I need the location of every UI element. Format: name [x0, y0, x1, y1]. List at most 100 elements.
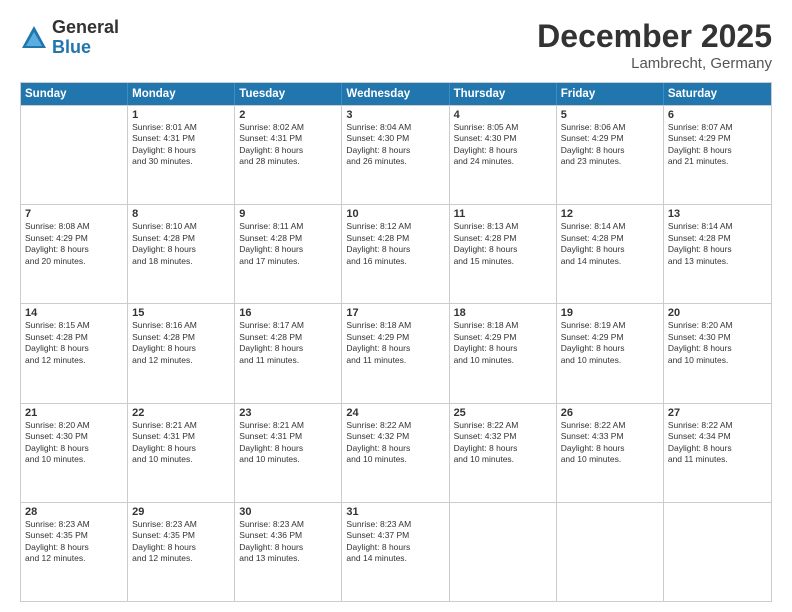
empty-cell [664, 503, 771, 601]
daylight2-line: and 10 minutes. [561, 355, 659, 366]
sunrise-line: Sunrise: 8:22 AM [561, 420, 659, 431]
daylight2-line: and 10 minutes. [454, 454, 552, 465]
daylight2-line: and 17 minutes. [239, 256, 337, 267]
sunrise-line: Sunrise: 8:06 AM [561, 122, 659, 133]
day-cell-31: 31Sunrise: 8:23 AMSunset: 4:37 PMDayligh… [342, 503, 449, 601]
day-cell-7: 7Sunrise: 8:08 AMSunset: 4:29 PMDaylight… [21, 205, 128, 303]
daylight-line: Daylight: 8 hours [668, 443, 767, 454]
daylight2-line: and 11 minutes. [668, 454, 767, 465]
empty-cell [557, 503, 664, 601]
day-number: 1 [132, 109, 230, 121]
header-day-tuesday: Tuesday [235, 83, 342, 105]
day-number: 28 [25, 506, 123, 518]
header-day-sunday: Sunday [21, 83, 128, 105]
sunset-line: Sunset: 4:37 PM [346, 530, 444, 541]
logo-blue: Blue [52, 38, 119, 58]
daylight-line: Daylight: 8 hours [346, 542, 444, 553]
calendar-body: 1Sunrise: 8:01 AMSunset: 4:31 PMDaylight… [21, 105, 771, 601]
sunrise-line: Sunrise: 8:23 AM [346, 519, 444, 530]
daylight-line: Daylight: 8 hours [239, 443, 337, 454]
sunset-line: Sunset: 4:34 PM [668, 431, 767, 442]
logo: General Blue [20, 18, 119, 58]
daylight2-line: and 10 minutes. [239, 454, 337, 465]
daylight-line: Daylight: 8 hours [132, 542, 230, 553]
sunset-line: Sunset: 4:35 PM [132, 530, 230, 541]
sunrise-line: Sunrise: 8:10 AM [132, 221, 230, 232]
sunrise-line: Sunrise: 8:07 AM [668, 122, 767, 133]
sunset-line: Sunset: 4:28 PM [668, 233, 767, 244]
day-number: 25 [454, 407, 552, 419]
day-number: 19 [561, 307, 659, 319]
daylight-line: Daylight: 8 hours [561, 244, 659, 255]
daylight2-line: and 10 minutes. [25, 454, 123, 465]
day-cell-25: 25Sunrise: 8:22 AMSunset: 4:32 PMDayligh… [450, 404, 557, 502]
daylight-line: Daylight: 8 hours [25, 343, 123, 354]
day-number: 22 [132, 407, 230, 419]
sunrise-line: Sunrise: 8:23 AM [132, 519, 230, 530]
day-number: 31 [346, 506, 444, 518]
header-day-wednesday: Wednesday [342, 83, 449, 105]
day-cell-1: 1Sunrise: 8:01 AMSunset: 4:31 PMDaylight… [128, 106, 235, 204]
day-cell-8: 8Sunrise: 8:10 AMSunset: 4:28 PMDaylight… [128, 205, 235, 303]
daylight-line: Daylight: 8 hours [239, 145, 337, 156]
day-number: 21 [25, 407, 123, 419]
day-number: 26 [561, 407, 659, 419]
sunrise-line: Sunrise: 8:18 AM [346, 320, 444, 331]
day-cell-26: 26Sunrise: 8:22 AMSunset: 4:33 PMDayligh… [557, 404, 664, 502]
day-number: 14 [25, 307, 123, 319]
day-number: 13 [668, 208, 767, 220]
daylight-line: Daylight: 8 hours [132, 443, 230, 454]
day-number: 27 [668, 407, 767, 419]
sunrise-line: Sunrise: 8:23 AM [25, 519, 123, 530]
sunset-line: Sunset: 4:28 PM [561, 233, 659, 244]
header: General Blue December 2025 Lambrecht, Ge… [20, 18, 772, 72]
day-cell-6: 6Sunrise: 8:07 AMSunset: 4:29 PMDaylight… [664, 106, 771, 204]
daylight2-line: and 21 minutes. [668, 156, 767, 167]
daylight2-line: and 12 minutes. [25, 355, 123, 366]
sunset-line: Sunset: 4:31 PM [132, 431, 230, 442]
day-number: 12 [561, 208, 659, 220]
sunrise-line: Sunrise: 8:19 AM [561, 320, 659, 331]
day-number: 9 [239, 208, 337, 220]
sunset-line: Sunset: 4:32 PM [454, 431, 552, 442]
sunrise-line: Sunrise: 8:22 AM [454, 420, 552, 431]
sunset-line: Sunset: 4:28 PM [454, 233, 552, 244]
logo-text: General Blue [52, 18, 119, 58]
sunrise-line: Sunrise: 8:15 AM [25, 320, 123, 331]
sunrise-line: Sunrise: 8:12 AM [346, 221, 444, 232]
sunrise-line: Sunrise: 8:18 AM [454, 320, 552, 331]
day-number: 30 [239, 506, 337, 518]
sunset-line: Sunset: 4:28 PM [239, 332, 337, 343]
day-number: 24 [346, 407, 444, 419]
logo-icon [20, 24, 48, 52]
sunrise-line: Sunrise: 8:13 AM [454, 221, 552, 232]
day-cell-20: 20Sunrise: 8:20 AMSunset: 4:30 PMDayligh… [664, 304, 771, 402]
day-cell-3: 3Sunrise: 8:04 AMSunset: 4:30 PMDaylight… [342, 106, 449, 204]
day-cell-19: 19Sunrise: 8:19 AMSunset: 4:29 PMDayligh… [557, 304, 664, 402]
sunrise-line: Sunrise: 8:05 AM [454, 122, 552, 133]
daylight-line: Daylight: 8 hours [668, 145, 767, 156]
daylight-line: Daylight: 8 hours [25, 244, 123, 255]
day-cell-13: 13Sunrise: 8:14 AMSunset: 4:28 PMDayligh… [664, 205, 771, 303]
sunset-line: Sunset: 4:30 PM [346, 133, 444, 144]
sunset-line: Sunset: 4:29 PM [25, 233, 123, 244]
day-number: 5 [561, 109, 659, 121]
sunrise-line: Sunrise: 8:21 AM [132, 420, 230, 431]
sunrise-line: Sunrise: 8:08 AM [25, 221, 123, 232]
day-cell-28: 28Sunrise: 8:23 AMSunset: 4:35 PMDayligh… [21, 503, 128, 601]
daylight-line: Daylight: 8 hours [25, 443, 123, 454]
daylight-line: Daylight: 8 hours [454, 343, 552, 354]
daylight-line: Daylight: 8 hours [561, 145, 659, 156]
day-cell-10: 10Sunrise: 8:12 AMSunset: 4:28 PMDayligh… [342, 205, 449, 303]
daylight-line: Daylight: 8 hours [668, 343, 767, 354]
sunset-line: Sunset: 4:29 PM [668, 133, 767, 144]
day-cell-4: 4Sunrise: 8:05 AMSunset: 4:30 PMDaylight… [450, 106, 557, 204]
header-day-thursday: Thursday [450, 83, 557, 105]
daylight2-line: and 12 minutes. [132, 553, 230, 564]
empty-cell [450, 503, 557, 601]
sunset-line: Sunset: 4:35 PM [25, 530, 123, 541]
sunset-line: Sunset: 4:30 PM [25, 431, 123, 442]
day-number: 29 [132, 506, 230, 518]
logo-general: General [52, 18, 119, 38]
daylight2-line: and 12 minutes. [132, 355, 230, 366]
